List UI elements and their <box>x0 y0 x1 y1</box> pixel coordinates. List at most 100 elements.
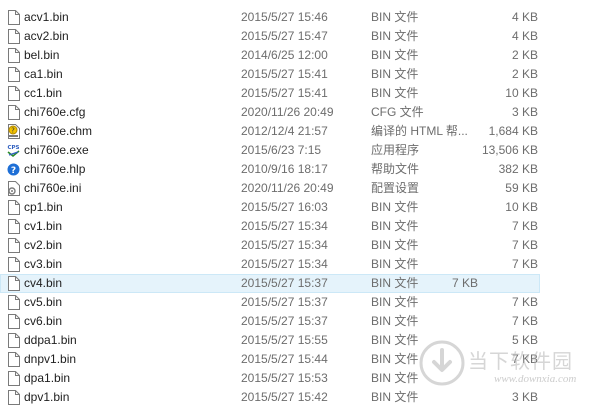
file-date-modified: 2015/5/27 15:44 <box>241 352 328 366</box>
file-size: 7 KB <box>511 352 538 366</box>
file-date-modified: 2020/11/26 20:49 <box>241 181 334 195</box>
file-type: BIN 文件 <box>371 333 419 347</box>
file-name: cv6.bin <box>24 314 63 328</box>
file-row[interactable]: cp1.bin 2015/5/27 16:03 BIN 文件 10 KB <box>0 198 600 217</box>
file-row[interactable]: cc1.bin 2015/5/27 15:41 BIN 文件 10 KB <box>0 84 600 103</box>
file-type: BIN 文件 <box>371 390 419 404</box>
file-date-modified: 2015/5/27 15:41 <box>241 86 328 100</box>
file-row[interactable]: cv4.bin 2015/5/27 15:37 BIN 文件 7 KB <box>0 274 540 293</box>
file-icon <box>7 10 20 25</box>
file-date-modified: 2015/5/27 15:37 <box>241 314 328 328</box>
file-row[interactable]: dnpv1.bin 2015/5/27 15:44 BIN 文件 7 KB <box>0 350 600 369</box>
file-type: BIN 文件 <box>371 371 419 385</box>
file-row[interactable]: cv1.bin 2015/5/27 15:34 BIN 文件 7 KB <box>0 217 600 236</box>
file-size: 3 KB <box>511 105 538 119</box>
file-icon <box>7 86 20 101</box>
file-name: chi760e.hlp <box>24 162 86 176</box>
file-name: bel.bin <box>24 48 60 62</box>
file-name: acv1.bin <box>24 10 69 24</box>
file-type: BIN 文件 <box>371 10 419 24</box>
svg-text:?: ? <box>11 166 16 176</box>
file-row[interactable]: CPS chi760e.exe 2015/6/23 7:15 应用程序 13,506 K… <box>0 141 600 160</box>
file-size: 1,684 KB <box>488 124 538 138</box>
file-name: ddpa1.bin <box>24 333 77 347</box>
file-date-modified: 2015/5/27 15:46 <box>241 10 328 24</box>
file-row[interactable]: ca1.bin 2015/5/27 15:41 BIN 文件 2 KB <box>0 65 600 84</box>
file-icon <box>7 29 20 44</box>
file-size: 7 KB <box>511 257 538 271</box>
file-size: 3 KB <box>511 390 538 404</box>
file-type: BIN 文件 <box>371 352 419 366</box>
file-name: cv2.bin <box>24 238 63 252</box>
file-name: cv4.bin <box>24 276 63 290</box>
file-icon <box>7 48 20 63</box>
file-date-modified: 2015/5/27 15:55 <box>241 333 328 347</box>
file-size: 10 KB <box>505 86 538 100</box>
file-type: 配置设置 <box>371 181 420 195</box>
file-type: BIN 文件 <box>371 295 419 309</box>
file-size: 7 KB <box>511 238 538 252</box>
file-name: chi760e.cfg <box>24 105 86 119</box>
file-name: chi760e.ini <box>24 181 82 195</box>
file-date-modified: 2015/5/27 15:42 <box>241 390 328 404</box>
file-name: cc1.bin <box>24 86 63 100</box>
file-type: BIN 文件 <box>371 48 419 62</box>
file-row[interactable]: cv5.bin 2015/5/27 15:37 BIN 文件 7 KB <box>0 293 600 312</box>
file-date-modified: 2015/5/27 15:41 <box>241 67 328 81</box>
file-size: 10 KB <box>505 200 538 214</box>
svg-text:?: ? <box>11 127 15 135</box>
file-size: 7 KB <box>451 276 478 290</box>
file-type: BIN 文件 <box>371 257 419 271</box>
file-row[interactable]: acv1.bin 2015/5/27 15:46 BIN 文件 4 KB <box>0 8 600 27</box>
file-icon <box>7 200 20 215</box>
file-row[interactable]: cv3.bin 2015/5/27 15:34 BIN 文件 7 KB <box>0 255 600 274</box>
file-type: 帮助文件 <box>371 162 420 176</box>
file-row[interactable]: ? chi760e.hlp 2010/9/16 18:17 帮助文件 382 KB <box>0 160 600 179</box>
file-date-modified: 2012/12/4 21:57 <box>241 124 328 138</box>
file-type: BIN 文件 <box>371 200 419 214</box>
file-icon <box>7 390 20 405</box>
file-type: BIN 文件 <box>371 238 419 252</box>
file-row[interactable]: cv2.bin 2015/5/27 15:34 BIN 文件 7 KB <box>0 236 600 255</box>
file-list: acv1.bin 2015/5/27 15:46 BIN 文件 4 KB acv2.bi… <box>0 8 600 407</box>
file-row[interactable]: chi760e.cfg 2020/11/26 20:49 CFG 文件 3 KB <box>0 103 600 122</box>
file-row[interactable]: ddpa1.bin 2015/5/27 15:55 BIN 文件 5 KB <box>0 331 600 350</box>
file-size: 5 KB <box>511 333 538 347</box>
file-date-modified: 2015/5/27 16:03 <box>241 200 328 214</box>
file-row[interactable]: dpa1.bin 2015/5/27 15:53 BIN 文件 <box>0 369 600 388</box>
file-size: 59 KB <box>505 181 538 195</box>
file-size: 4 KB <box>511 29 538 43</box>
file-date-modified: 2015/5/27 15:53 <box>241 371 328 385</box>
file-icon <box>7 257 20 272</box>
file-row[interactable]: cv6.bin 2015/5/27 15:37 BIN 文件 7 KB <box>0 312 600 331</box>
file-size: 13,506 KB <box>481 143 538 157</box>
file-name: cv5.bin <box>24 295 63 309</box>
settings-file-icon <box>7 181 20 196</box>
file-icon <box>7 219 20 234</box>
file-date-modified: 2015/6/23 7:15 <box>241 143 322 157</box>
file-row[interactable]: ? chi760e.chm 2012/12/4 21:57 编译的 HTML 帮...… <box>0 122 600 141</box>
file-type: 应用程序 <box>371 143 420 157</box>
file-icon <box>7 352 20 367</box>
file-size: 4 KB <box>511 10 538 24</box>
file-size: 7 KB <box>511 295 538 309</box>
file-date-modified: 2015/5/27 15:34 <box>241 257 328 271</box>
file-name: chi760e.exe <box>24 143 89 157</box>
file-date-modified: 2015/5/27 15:34 <box>241 219 328 233</box>
file-date-modified: 2015/5/27 15:47 <box>241 29 328 43</box>
file-row[interactable]: dpv1.bin 2015/5/27 15:42 BIN 文件 3 KB <box>0 388 600 407</box>
file-icon <box>7 295 20 310</box>
exe-app-icon: CPS <box>7 143 20 158</box>
file-row[interactable]: acv2.bin 2015/5/27 15:47 BIN 文件 4 KB <box>0 27 600 46</box>
file-type: BIN 文件 <box>371 219 419 233</box>
file-type: BIN 文件 <box>371 86 419 100</box>
file-type: BIN 文件 <box>371 29 419 43</box>
file-name: ca1.bin <box>24 67 63 81</box>
file-size: 2 KB <box>511 48 538 62</box>
file-icon <box>7 371 20 386</box>
file-date-modified: 2015/5/27 15:34 <box>241 238 328 252</box>
file-row[interactable]: bel.bin 2014/6/25 12:00 BIN 文件 2 KB <box>0 46 600 65</box>
file-icon <box>7 238 20 253</box>
file-row[interactable]: chi760e.ini 2020/11/26 20:49 配置设置 59 KB <box>0 179 600 198</box>
file-name: cv3.bin <box>24 257 63 271</box>
